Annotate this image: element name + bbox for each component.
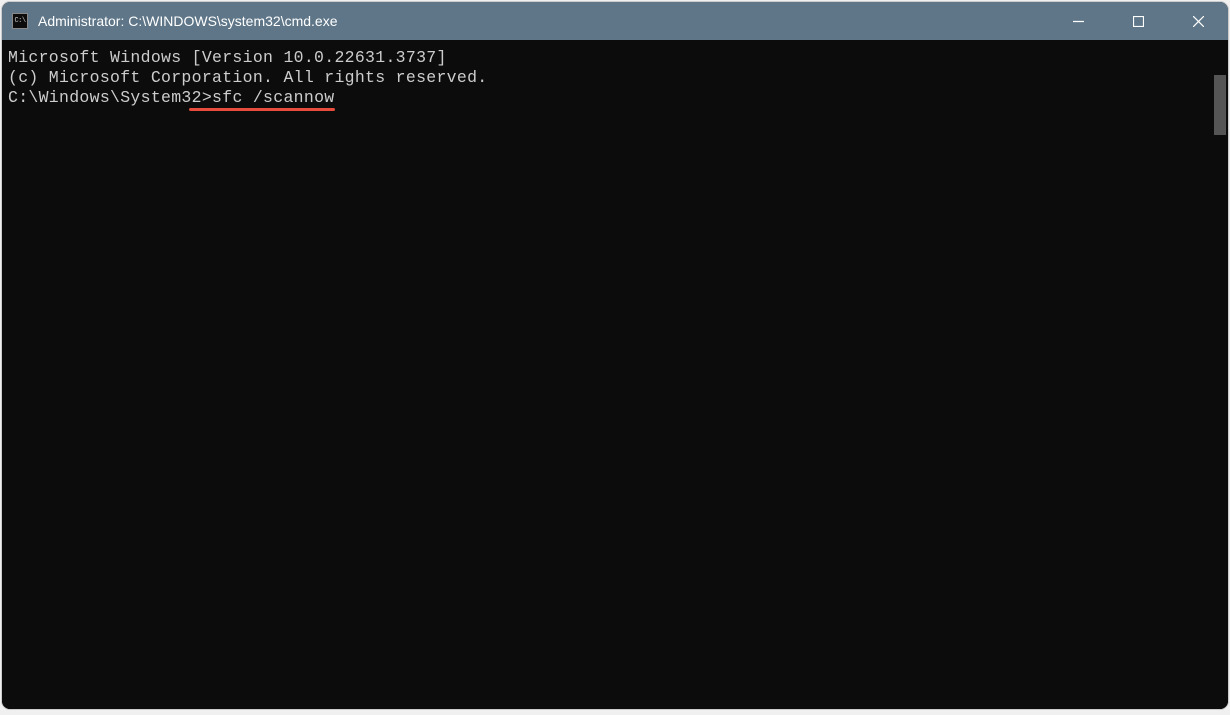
- prompt-line: C:\Windows\System32>sfc /scannow: [8, 88, 334, 108]
- terminal-output[interactable]: Microsoft Windows [Version 10.0.22631.37…: [2, 40, 1212, 709]
- scrollbar-track[interactable]: [1212, 40, 1228, 709]
- minimize-button[interactable]: [1048, 2, 1108, 40]
- window-controls: [1048, 2, 1228, 40]
- output-line: Microsoft Windows [Version 10.0.22631.37…: [8, 48, 1206, 68]
- close-icon: [1193, 16, 1204, 27]
- prompt-path: C:\Windows\System32>: [8, 88, 212, 107]
- output-line: (c) Microsoft Corporation. All rights re…: [8, 68, 1206, 88]
- window-title: Administrator: C:\WINDOWS\system32\cmd.e…: [38, 13, 1048, 29]
- titlebar[interactable]: C:\ Administrator: C:\WINDOWS\system32\c…: [2, 2, 1228, 40]
- close-button[interactable]: [1168, 2, 1228, 40]
- app-icon: C:\: [12, 13, 28, 29]
- scrollbar-thumb[interactable]: [1214, 75, 1226, 135]
- command-prompt-window: C:\ Administrator: C:\WINDOWS\system32\c…: [2, 2, 1228, 709]
- typed-command: sfc /scannow: [212, 88, 334, 107]
- maximize-button[interactable]: [1108, 2, 1168, 40]
- minimize-icon: [1073, 16, 1084, 27]
- maximize-icon: [1133, 16, 1144, 27]
- terminal-area: Microsoft Windows [Version 10.0.22631.37…: [2, 40, 1228, 709]
- annotation-underline: [189, 108, 335, 111]
